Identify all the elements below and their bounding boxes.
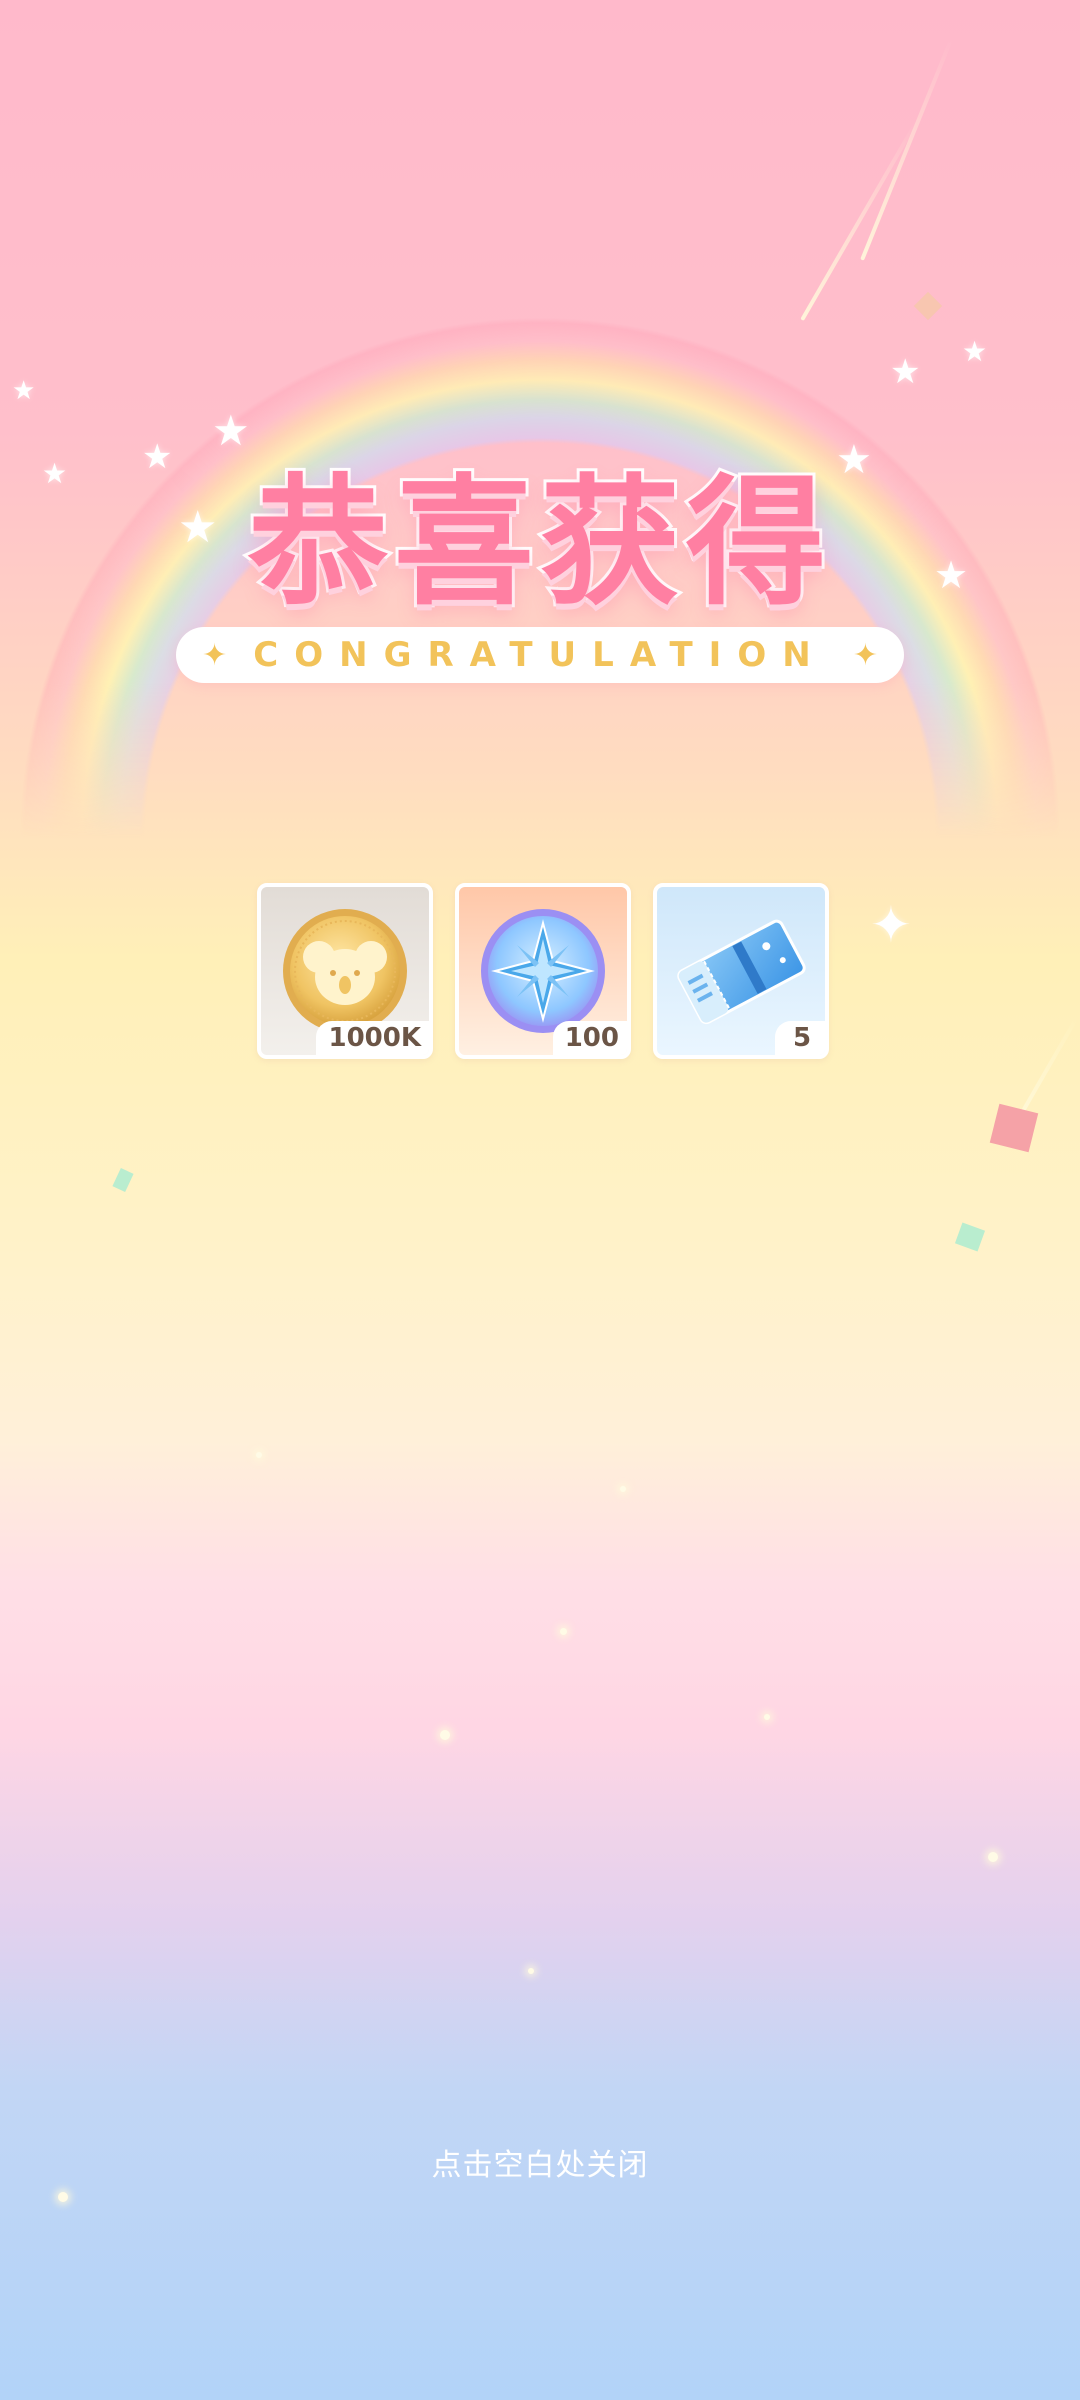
glow-dot	[988, 1852, 998, 1862]
confetti-piece	[112, 1167, 134, 1193]
page-title: 恭喜获得	[245, 459, 832, 628]
star-icon: ★	[962, 335, 988, 368]
quantity-badge: 1000K	[316, 1021, 429, 1055]
glow-dot	[440, 1730, 450, 1740]
glow-dot	[620, 1486, 626, 1492]
reward-item-star-medal[interactable]: 100	[455, 883, 631, 1059]
close-hint[interactable]: 点击空白处关闭	[0, 2140, 1080, 2184]
confetti-piece	[954, 1222, 986, 1252]
star-icon: ★	[890, 352, 921, 392]
quantity-badge: 100	[552, 1021, 627, 1055]
reward-list: 1000K 100 5	[257, 883, 829, 1059]
reward-item-ticket[interactable]: 5	[653, 883, 829, 1059]
shooting-star-streak	[860, 36, 954, 261]
koala-gold-coin-icon	[283, 909, 407, 1033]
confetti-piece	[989, 1103, 1039, 1153]
reward-item-koala-coin[interactable]: 1000K	[257, 883, 433, 1059]
blue-ticket-icon	[677, 919, 806, 1025]
confetti-piece	[913, 291, 943, 321]
sparkle-icon: ✦	[870, 896, 912, 954]
sparkle-icon: ✦	[202, 637, 228, 673]
glow-dot	[528, 1968, 534, 1974]
star-icon: ★	[12, 376, 36, 406]
quantity-badge: 5	[775, 1021, 825, 1055]
glow-dot	[764, 1714, 770, 1720]
glow-dot	[256, 1452, 262, 1458]
sparkle-icon: ✦	[852, 637, 878, 673]
title-container: 恭喜获得	[0, 430, 1080, 632]
glow-dot	[560, 1628, 567, 1635]
subtitle-text: CONGRATULATION	[253, 635, 827, 675]
blue-star-medal-icon	[481, 909, 605, 1033]
glow-dot	[58, 2192, 68, 2202]
shooting-star-streak	[800, 119, 919, 322]
subtitle-banner: ✦ CONGRATULATION ✦	[176, 627, 904, 683]
